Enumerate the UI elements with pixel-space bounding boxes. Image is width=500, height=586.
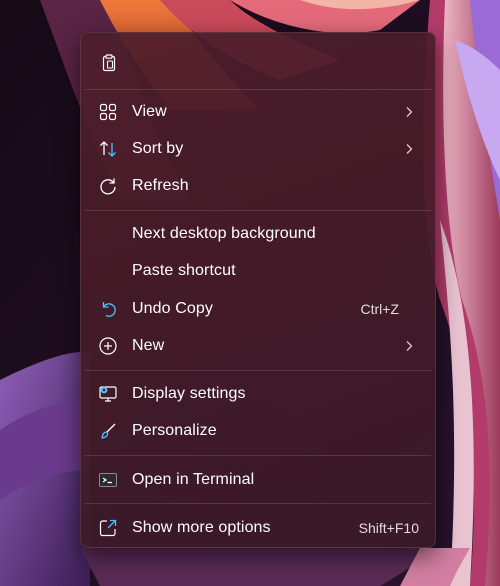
menu-item-label: Display settings	[132, 385, 246, 402]
refresh-icon	[98, 176, 118, 196]
separator	[85, 503, 431, 504]
menu-item-label: Sort by	[132, 140, 184, 157]
menu-item-next-desktop-background[interactable]: Next desktop background	[85, 216, 431, 252]
separator	[85, 455, 431, 456]
menu-item-label: Paste shortcut	[132, 262, 236, 279]
chevron-right-icon	[406, 144, 413, 154]
paste-button[interactable]	[91, 45, 127, 81]
share-icon	[98, 518, 118, 538]
quick-actions-bar	[81, 33, 435, 89]
menu-item-show-more-options[interactable]: Show more options Shift+F10	[85, 510, 431, 546]
grid-icon	[98, 102, 118, 122]
terminal-icon	[98, 470, 118, 490]
keyboard-shortcut: Shift+F10	[358, 520, 419, 536]
menu-item-label: New	[132, 337, 165, 354]
menu-item-label: Personalize	[132, 422, 217, 439]
separator	[85, 210, 431, 211]
menu-item-refresh[interactable]: Refresh	[85, 168, 431, 204]
undo-icon	[98, 299, 118, 319]
menu-item-label: Open in Terminal	[132, 471, 255, 488]
menu-item-display-settings[interactable]: Display settings	[85, 376, 431, 412]
menu-item-sort-by[interactable]: Sort by	[85, 131, 431, 167]
sort-arrows-icon	[98, 139, 118, 159]
menu-item-label: Undo Copy	[132, 300, 213, 317]
desktop-context-menu: View Sort by Refresh Next desktop backgr…	[80, 32, 436, 548]
separator	[85, 89, 431, 90]
brush-icon	[98, 421, 118, 441]
menu-item-open-in-terminal[interactable]: Open in Terminal	[85, 462, 431, 498]
menu-item-personalize[interactable]: Personalize	[85, 413, 431, 449]
chevron-right-icon	[406, 341, 413, 351]
plus-circle-icon	[98, 336, 118, 356]
menu-item-view[interactable]: View	[85, 94, 431, 130]
separator	[85, 370, 431, 371]
menu-item-undo-copy[interactable]: Undo Copy Ctrl+Z	[85, 291, 431, 327]
menu-item-label: Next desktop background	[132, 225, 316, 242]
menu-item-new[interactable]: New	[85, 328, 431, 364]
chevron-right-icon	[406, 107, 413, 117]
menu-item-label: View	[132, 103, 167, 120]
menu-item-paste-shortcut[interactable]: Paste shortcut	[85, 253, 431, 289]
keyboard-shortcut: Ctrl+Z	[360, 301, 400, 317]
menu-item-label: Show more options	[132, 519, 271, 536]
clipboard-icon	[102, 54, 116, 72]
menu-item-label: Refresh	[132, 177, 189, 194]
display-settings-icon	[98, 384, 118, 404]
